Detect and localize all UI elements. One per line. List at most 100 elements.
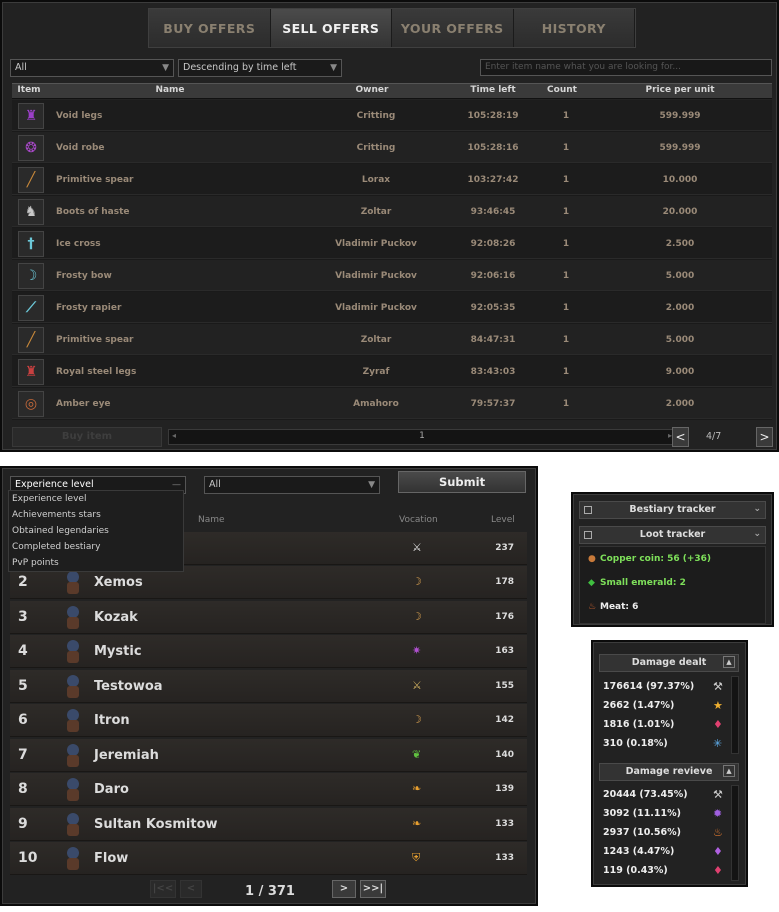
option-experience-level[interactable]: Experience level bbox=[9, 491, 183, 507]
offer-time-left: 79:57:37 bbox=[470, 399, 516, 409]
buy-item-button[interactable]: Buy item bbox=[12, 427, 162, 447]
category-filter-select[interactable]: All ▼ bbox=[10, 59, 174, 77]
spear-icon: ╱ bbox=[26, 332, 36, 348]
offer-time-left: 103:27:42 bbox=[467, 175, 519, 185]
player-level: 237 bbox=[495, 543, 514, 553]
option-pvp-points[interactable]: PvP points bbox=[9, 555, 183, 571]
prev-page-button[interactable]: < bbox=[672, 427, 689, 447]
last-page-button[interactable]: >>| bbox=[360, 880, 386, 898]
highscore-row[interactable]: 7 Jeremiah ❦ 140 bbox=[10, 738, 527, 772]
amulet-icon: ◎ bbox=[24, 396, 38, 412]
col-time-left[interactable]: Time left bbox=[452, 85, 534, 95]
steel-legs-icon: ♜ bbox=[24, 364, 38, 380]
bow-icon: ☽ bbox=[24, 268, 38, 284]
item-slot: ⟋ bbox=[18, 295, 44, 321]
offer-item-name: Amber eye bbox=[56, 399, 111, 409]
offer-row[interactable]: ♜ Royal steel legs Zyraf 83:43:03 1 9.000 bbox=[12, 356, 772, 387]
next-page-button[interactable]: > bbox=[756, 427, 773, 447]
player-level: 142 bbox=[495, 715, 514, 725]
offer-row[interactable]: ♜ Void legs Critting 105:28:19 1 599.999 bbox=[12, 100, 772, 131]
offer-owner: Zoltar bbox=[360, 207, 392, 217]
player-rank: 3 bbox=[18, 608, 28, 625]
tab-your-offers[interactable]: YOUR OFFERS bbox=[392, 9, 514, 47]
offer-row[interactable]: ⟋ Frosty rapier Vladimir Puckov 92:05:35 1 2.… bbox=[12, 292, 772, 323]
player-name: Flow bbox=[94, 851, 129, 866]
magic-icon: ✷ bbox=[412, 644, 422, 657]
highscore-row[interactable]: 5 Testowoa ⚔ 155 bbox=[10, 669, 527, 703]
highscore-row[interactable]: 8 Daro ❧ 139 bbox=[10, 773, 527, 806]
offer-row[interactable]: ◎ Amber eye Amahoro 79:57:37 1 2.000 bbox=[12, 388, 772, 419]
offer-row[interactable]: ☽ Frosty bow Vladimir Puckov 92:06:16 1 5.000 bbox=[12, 260, 772, 291]
offer-row[interactable]: ╱ Primitive spear Lorax 103:27:42 1 10.000 bbox=[12, 164, 772, 195]
option-completed-bestiary[interactable]: Completed bestiary bbox=[9, 539, 183, 555]
spear-icon: ╱ bbox=[26, 172, 36, 188]
offer-item-name: Void robe bbox=[56, 143, 105, 153]
horizontal-scrollbar[interactable]: ◂ 1 ▸ bbox=[168, 429, 676, 445]
highscore-row[interactable]: 10 Flow ⛨ 133 bbox=[10, 842, 527, 875]
offer-row[interactable]: ♞ Boots of haste Zoltar 93:46:45 1 20.000 bbox=[12, 196, 772, 227]
col-vocation: Vocation bbox=[399, 515, 438, 525]
col-count[interactable]: Count bbox=[526, 85, 598, 95]
dealt-scrollbar[interactable] bbox=[731, 676, 739, 754]
damage-received-header: Damage revieve ▲ bbox=[599, 763, 739, 781]
highscore-row[interactable]: 9 Sultan Kosmitow ❧ 133 bbox=[10, 807, 527, 841]
offer-price: 10.000 bbox=[662, 175, 698, 185]
option-obtained-legendaries[interactable]: Obtained legendaries bbox=[9, 523, 183, 539]
offer-row[interactable]: † Ice cross Vladimir Puckov 92:08:26 1 2.500 bbox=[12, 228, 772, 259]
bestiary-tracker-header[interactable]: Bestiary tracker ⌄ bbox=[579, 501, 766, 519]
collapse-icon[interactable]: ▲ bbox=[723, 765, 735, 777]
highscore-row[interactable]: 3 Kozak ☽ 176 bbox=[10, 600, 527, 634]
highscore-row[interactable]: 6 Itron ☽ 142 bbox=[10, 704, 527, 737]
player-level: 176 bbox=[495, 611, 514, 622]
col-price[interactable]: Price per unit bbox=[602, 85, 758, 95]
bestiary-tracker-label: Bestiary tracker bbox=[629, 504, 716, 515]
holy-icon: ★ bbox=[713, 699, 723, 712]
offer-row[interactable]: ❂ Void robe Critting 105:28:16 1 599.999 bbox=[12, 132, 772, 163]
chevron-down-icon[interactable]: ⌄ bbox=[753, 526, 761, 542]
col-name[interactable]: Name bbox=[56, 85, 284, 95]
offer-item-name: Frosty rapier bbox=[56, 303, 122, 313]
offer-row[interactable]: ╱ Primitive spear Zoltar 84:47:31 1 5.000 bbox=[12, 324, 772, 355]
option-achievements-stars[interactable]: Achievements stars bbox=[9, 507, 183, 523]
offer-item-name: Ice cross bbox=[56, 239, 101, 249]
loot-item: ● Copper coin: 56 (+36) bbox=[588, 554, 711, 564]
damage-window: Damage dealt ▲ 176614 (97.37%) ⚒ 2662 (1.4… bbox=[591, 640, 748, 887]
vocation-select[interactable]: All ▼ bbox=[204, 476, 380, 494]
damage-value: 1816 (1.01%) bbox=[603, 719, 675, 730]
search-input[interactable]: Enter item name what you are looking for… bbox=[480, 59, 772, 76]
next-page-button[interactable]: > bbox=[332, 880, 356, 898]
sword-icon: ⚔ bbox=[412, 678, 422, 692]
tab-sell-offers[interactable]: SELL OFFERS bbox=[270, 9, 392, 47]
sort-select[interactable]: Descending by time left ▼ bbox=[178, 59, 342, 77]
highscore-row[interactable]: 4 Mystic ✷ 163 bbox=[10, 635, 527, 668]
loot-tracker-header[interactable]: Loot tracker ⌄ bbox=[579, 526, 766, 544]
player-rank: 6 bbox=[18, 712, 28, 728]
offer-price: 2.000 bbox=[665, 399, 695, 409]
damage-value: 310 (0.18%) bbox=[603, 738, 668, 749]
damage-dealt-title: Damage dealt bbox=[631, 657, 707, 668]
shield-icon: ⛨ bbox=[412, 851, 421, 864]
first-page-button[interactable]: |<< bbox=[150, 880, 176, 898]
submit-button[interactable]: Submit bbox=[398, 471, 526, 493]
tab-buy-offers[interactable]: BUY OFFERS bbox=[149, 9, 271, 47]
chevron-down-icon[interactable]: ⌄ bbox=[753, 501, 761, 517]
prev-page-button[interactable]: < bbox=[180, 880, 202, 898]
tab-history[interactable]: HISTORY bbox=[513, 9, 635, 47]
bow-icon: ☽ bbox=[412, 609, 422, 623]
checkbox-icon[interactable] bbox=[584, 506, 592, 514]
market-bottom-bar: Buy item ◂ 1 ▸ < 4/7 > bbox=[10, 425, 773, 449]
offers-table-body: ♜ Void legs Critting 105:28:19 1 599.999 ❂ Void… bbox=[12, 100, 772, 420]
col-item[interactable]: Item bbox=[12, 85, 46, 95]
col-owner[interactable]: Owner bbox=[294, 85, 450, 95]
checkbox-icon[interactable] bbox=[584, 531, 592, 539]
offer-count: 1 bbox=[562, 175, 570, 185]
received-scrollbar[interactable] bbox=[731, 785, 739, 881]
player-rank: 8 bbox=[18, 781, 28, 797]
player-avatar bbox=[58, 637, 88, 667]
player-rank: 10 bbox=[18, 850, 38, 866]
chevron-down-icon: ▼ bbox=[162, 63, 169, 73]
item-slot: † bbox=[18, 231, 44, 257]
collapse-icon[interactable]: ▲ bbox=[723, 656, 735, 668]
chevron-down-icon: ▼ bbox=[368, 480, 375, 490]
offer-owner: Vladimir Puckov bbox=[335, 303, 417, 313]
